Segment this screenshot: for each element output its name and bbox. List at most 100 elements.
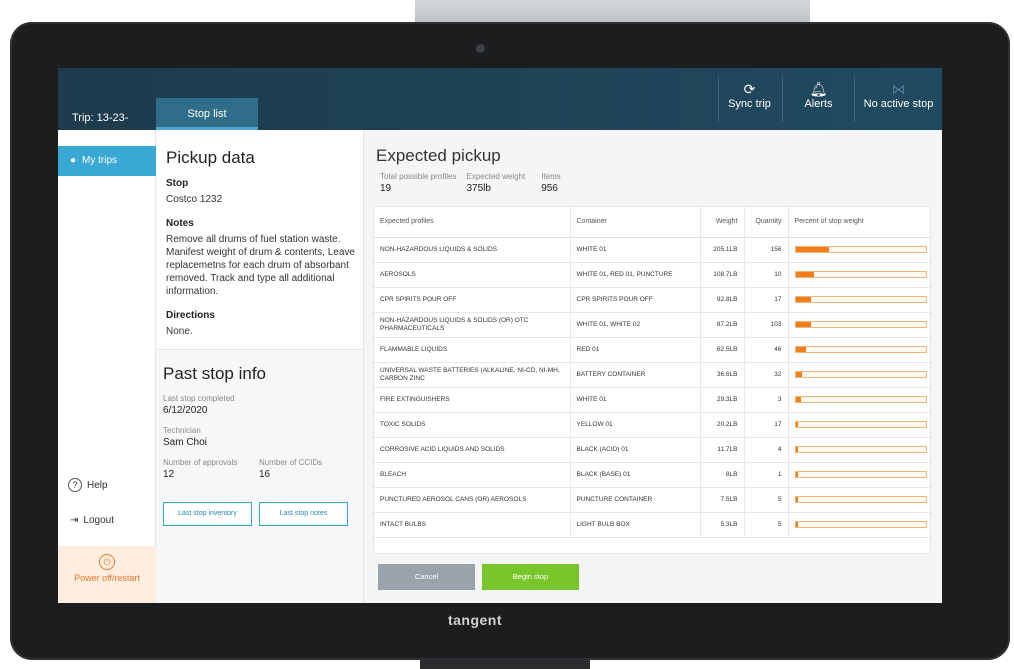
profile-cell: TOXIC SOLIDS bbox=[374, 412, 571, 438]
container-cell: WHITE 01 bbox=[570, 237, 701, 263]
help-icon: ? bbox=[68, 478, 82, 492]
app-screen: Trip: 13-23-87654 Stop list ⟳ Sync trip … bbox=[58, 68, 942, 603]
weight-value: 375lb bbox=[466, 183, 491, 194]
technician-label: Technician bbox=[163, 426, 201, 435]
percent-bar-fill bbox=[795, 372, 802, 377]
weight-cell: 92.8LB bbox=[700, 287, 745, 313]
stop-label: Stop bbox=[166, 178, 189, 189]
quantity-cell: 3 bbox=[744, 387, 789, 413]
weight-cell: 205.1LB bbox=[700, 237, 745, 263]
percent-cell bbox=[788, 337, 930, 363]
table-row[interactable]: NON-HAZARDOUS LIQUIDS & SOLIDS WHITE 01 20… bbox=[374, 237, 930, 263]
weight-cell: 108.7LB bbox=[700, 262, 745, 288]
table-row[interactable]: BLEACH BLACK (BASE) 01 8LB 1 bbox=[374, 462, 930, 488]
past-stop-panel: Past stop info Last stop completed 6/12/… bbox=[157, 352, 363, 490]
sidebar-item-logout[interactable]: ⇥ Logout bbox=[70, 515, 114, 526]
pickup-data-panel: Pickup data Stop Costco 1232 Notes Remov… bbox=[157, 130, 363, 350]
table-row[interactable]: FLAMMABLE LIQUIDS RED 01 62.5LB 46 bbox=[374, 337, 930, 363]
percent-bar-track bbox=[794, 446, 927, 453]
profile-cell: CORROSIVE ACID LIQUIDS AND SOLIDS bbox=[374, 437, 571, 463]
power-label: Power off/restart bbox=[74, 573, 140, 583]
weight-cell: 29.3LB bbox=[700, 387, 745, 413]
quantity-cell: 103 bbox=[744, 312, 789, 338]
column-header-percent: Percent of stop weight bbox=[788, 207, 930, 238]
items-value: 956 bbox=[541, 183, 558, 194]
last-stop-inventory-button[interactable]: Last stop inventory bbox=[163, 502, 252, 526]
weight-cell: 7.5LB bbox=[700, 487, 745, 513]
profile-cell: FLAMMABLE LIQUIDS bbox=[374, 337, 571, 363]
percent-bar-fill bbox=[795, 472, 799, 477]
profile-cell: NON-HAZARDOUS LIQUIDS & SOLIDS bbox=[374, 237, 571, 263]
table-row[interactable]: CORROSIVE ACID LIQUIDS AND SOLIDS BLACK (… bbox=[374, 437, 930, 463]
percent-bar-fill bbox=[795, 347, 806, 352]
container-cell: WHITE 01, WHITE 02 bbox=[570, 312, 701, 338]
last-stop-completed-value: 6/12/2020 bbox=[163, 405, 208, 416]
profiles-value: 19 bbox=[380, 183, 392, 194]
directions-value: None. bbox=[166, 326, 193, 337]
profile-cell: CPR SPIRITS POUR OFF bbox=[374, 287, 571, 313]
action-footer: Cancel Begin stop bbox=[364, 554, 942, 603]
table-row[interactable]: UNIVERSAL WASTE BATTERIES (ALKALINE, NI-… bbox=[374, 362, 930, 388]
bell-icon: 🔔︎ bbox=[809, 81, 828, 97]
sync-trip-button[interactable]: ⟳ Sync trip bbox=[718, 76, 780, 122]
power-icon: ⏻ bbox=[99, 554, 115, 570]
percent-bar-track bbox=[794, 246, 927, 253]
table-header-row: Expected profiles Container Weight Quant… bbox=[374, 207, 930, 238]
quantity-cell: 4 bbox=[744, 437, 789, 463]
table-row[interactable]: AEROSOLS WHITE 01, RED 01, PUNCTURE 108.7L… bbox=[374, 262, 930, 288]
table-row[interactable]: CPR SPIRITS POUR OFF CPR SPIRITS POUR OFF… bbox=[374, 287, 930, 313]
container-cell: BLACK (BASE) 01 bbox=[570, 462, 701, 488]
percent-cell bbox=[788, 462, 930, 488]
container-cell: BLACK (ACID) 01 bbox=[570, 437, 701, 463]
percent-bar-fill bbox=[795, 322, 812, 327]
notes-value: Remove all drums of fuel station waste. … bbox=[166, 234, 355, 297]
no-active-stop-button[interactable]: ⋈ No active stop bbox=[854, 76, 942, 122]
sidebar-item-my-trips[interactable]: ● My trips bbox=[58, 146, 156, 176]
tab-stop-list[interactable]: Stop list bbox=[156, 98, 258, 130]
ccids-value: 16 bbox=[259, 469, 271, 480]
sidebar-item-help[interactable]: ? Help bbox=[68, 478, 108, 492]
approvals-label: Number of approvals bbox=[163, 458, 238, 467]
percent-bar-track bbox=[794, 371, 927, 378]
my-trips-label: My trips bbox=[82, 155, 118, 166]
begin-stop-button[interactable]: Begin stop bbox=[482, 564, 579, 590]
weight-cell: 36.6LB bbox=[700, 362, 745, 388]
quantity-cell: 5 bbox=[744, 512, 789, 538]
profile-cell: AEROSOLS bbox=[374, 262, 571, 288]
container-cell: RED 01 bbox=[570, 337, 701, 363]
percent-bar-track bbox=[794, 346, 927, 353]
brand-logo: tangent bbox=[447, 612, 503, 628]
table-row[interactable]: NON-HAZARDOUS LIQUIDS & SOLIDS (OR) OTC … bbox=[374, 312, 930, 338]
alerts-button[interactable]: 🔔︎ Alerts bbox=[782, 76, 854, 122]
percent-bar-fill bbox=[795, 247, 830, 252]
percent-cell bbox=[788, 237, 930, 263]
weight-label: Expected weight bbox=[466, 172, 526, 181]
table-row[interactable]: PUNCTURED AEROSOL CANS (OR) AEROSOLS PUNC… bbox=[374, 487, 930, 513]
stop-value: Costco 1232 bbox=[166, 194, 223, 205]
table-row[interactable]: TOXIC SOLIDS YELLOW 01 20.2LB 17 bbox=[374, 412, 930, 438]
percent-bar-track bbox=[794, 321, 927, 328]
percent-bar-track bbox=[794, 521, 927, 528]
weight-cell: 87.2LB bbox=[700, 312, 745, 338]
weight-cell: 20.2LB bbox=[700, 412, 745, 438]
percent-cell bbox=[788, 362, 930, 388]
percent-bar-fill bbox=[795, 272, 814, 277]
percent-bar-track bbox=[794, 271, 927, 278]
percent-bar-fill bbox=[795, 447, 799, 452]
percent-cell bbox=[788, 287, 930, 313]
quantity-cell: 10 bbox=[744, 262, 789, 288]
quantity-cell: 1 bbox=[744, 462, 789, 488]
pickup-column: Pickup data Stop Costco 1232 Notes Remov… bbox=[157, 130, 363, 603]
container-cell: WHITE 01, RED 01, PUNCTURE bbox=[570, 262, 701, 288]
profile-cell: BLEACH bbox=[374, 462, 571, 488]
table-row[interactable]: FIRE EXTINGUISHERS WHITE 01 29.3LB 3 bbox=[374, 387, 930, 413]
notes-label: Notes bbox=[166, 218, 194, 229]
last-stop-notes-button[interactable]: Last stop notes bbox=[259, 502, 348, 526]
profile-cell: FIRE EXTINGUISHERS bbox=[374, 387, 571, 413]
alerts-label: Alerts bbox=[804, 98, 833, 110]
weight-cell: 5.3LB bbox=[700, 512, 745, 538]
power-button[interactable]: ⏻ Power off/restart bbox=[58, 546, 156, 603]
column-header-quantity: Quantity bbox=[744, 207, 789, 238]
cancel-button[interactable]: Cancel bbox=[378, 564, 475, 590]
table-row[interactable]: INTACT BULBS LIGHT BULB BOX 5.3LB 5 bbox=[374, 512, 930, 538]
